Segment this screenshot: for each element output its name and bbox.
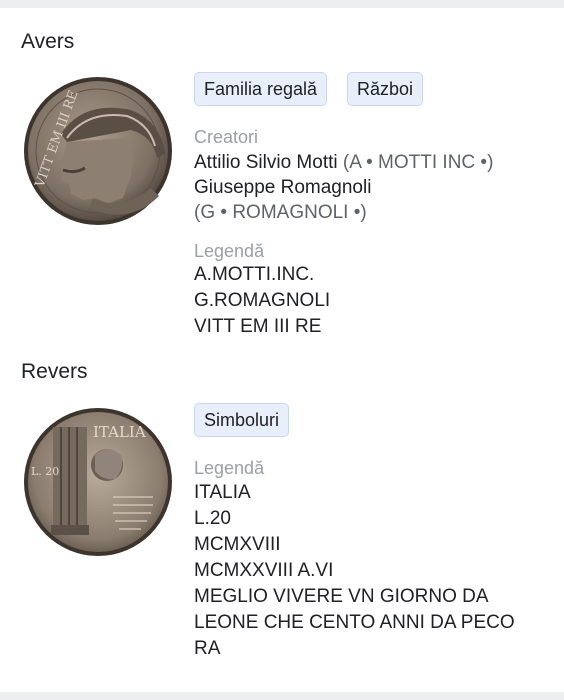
top-divider	[0, 0, 564, 8]
reverse-legend-line: ITALIA	[194, 482, 251, 503]
reverse-legend-line: MEGLIO VIVERE VN GIORNO DA	[194, 586, 489, 607]
obverse-legend-line: A.MOTTI.INC.	[194, 264, 315, 285]
reverse-title: Revers	[21, 360, 88, 383]
obverse-legend-line: VITT EM III RE	[194, 316, 322, 337]
creator-1: Attilio Silvio Motti (A • MOTTI INC •)	[194, 152, 493, 174]
bottom-divider	[0, 692, 564, 700]
reverse-legend-line: L.20	[194, 508, 231, 529]
obverse-title: Avers	[21, 30, 75, 53]
reverse-legend-line: MCMXVIII	[194, 534, 281, 555]
chip-razboi[interactable]: Război	[347, 72, 424, 106]
creator-1-mark: (A • MOTTI INC •)	[342, 152, 494, 173]
chip-familia-regala[interactable]: Familia regală	[194, 72, 328, 106]
obverse-legend-line: G.ROMAGNOLI	[194, 290, 331, 311]
reverse-coin-image[interactable]: ITALIA L. 20	[23, 407, 173, 557]
obverse-legend-label: Legendă	[194, 241, 265, 261]
creator-2-mark: (G • ROMAGNOLI •)	[194, 202, 367, 223]
reverse-legend-line: RA	[194, 638, 221, 659]
creator-1-name[interactable]: Attilio Silvio Motti	[194, 152, 338, 173]
reverse-legend-line: MCMXXVIII A.VI	[194, 560, 334, 581]
creators-label: Creatori	[194, 127, 259, 147]
reverse-coin-value: L. 20	[31, 465, 59, 478]
creator-2-name[interactable]: Giuseppe Romagnoli	[194, 177, 371, 199]
obverse-coin-image[interactable]: VITT EM III RE	[23, 76, 173, 226]
reverse-legend-line: LEONE CHE CENTO ANNI DA PECO	[194, 612, 515, 633]
reverse-legend-label: Legendă	[194, 458, 265, 478]
chip-simboluri[interactable]: Simboluri	[194, 403, 290, 437]
reverse-coin-inscription: ITALIA	[93, 423, 146, 441]
